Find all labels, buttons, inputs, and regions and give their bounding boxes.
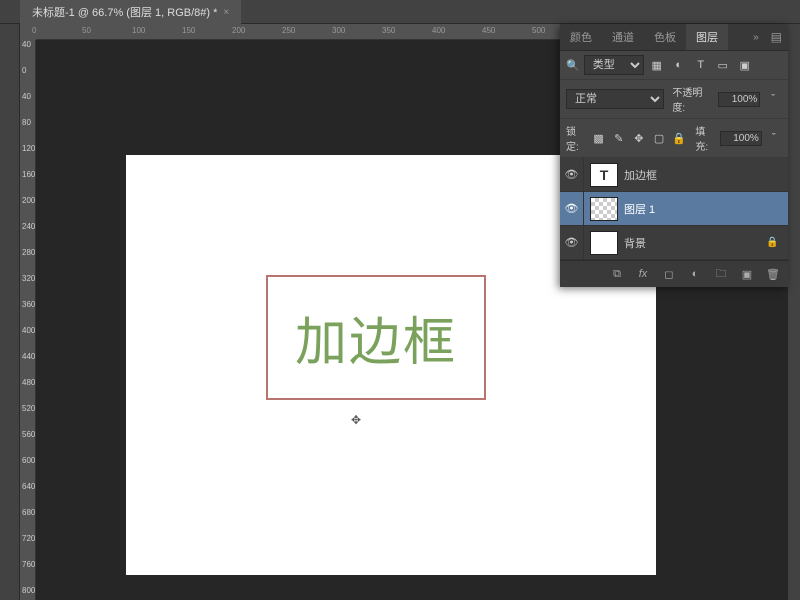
lock-brush-icon[interactable]: ✎ bbox=[611, 129, 627, 147]
layers-panel: 颜色 通道 色板 图层 » ▤ 🔍 类型 ▦ ◐ T ▭ ▣ 正常 不透明度: … bbox=[560, 24, 788, 287]
filter-shape-icon[interactable]: ▭ bbox=[714, 56, 732, 74]
layer-group-icon[interactable]: 🗀 bbox=[712, 265, 730, 283]
tab-layers[interactable]: 图层 bbox=[686, 24, 728, 50]
panel-tab-bar: 颜色 通道 色板 图层 » ▤ bbox=[560, 24, 788, 51]
lock-label: 锁定: bbox=[566, 123, 586, 153]
layer-name[interactable]: 图层 1 bbox=[624, 201, 782, 217]
search-icon: 🔍 bbox=[566, 59, 580, 72]
visibility-icon[interactable]: 👁 bbox=[560, 226, 584, 259]
adjustment-layer-icon[interactable]: ◐ bbox=[686, 265, 704, 283]
ruler-h-tick: 250 bbox=[282, 26, 295, 35]
tab-channels[interactable]: 通道 bbox=[602, 24, 644, 50]
fill-label: 填充: bbox=[695, 123, 715, 153]
ruler-h-tick: 50 bbox=[82, 26, 91, 35]
ruler-h-tick: 500 bbox=[532, 26, 545, 35]
panel-menu-icon[interactable]: ▤ bbox=[765, 26, 788, 48]
lock-position-icon[interactable]: ✥ bbox=[631, 129, 647, 147]
fill-input[interactable] bbox=[720, 131, 762, 146]
filter-smart-icon[interactable]: ▣ bbox=[736, 56, 754, 74]
ruler-v-tick: 0 bbox=[22, 66, 26, 75]
ruler-v-tick: 640 bbox=[22, 482, 35, 491]
ruler-v-tick: 760 bbox=[22, 560, 35, 569]
ruler-v-tick: 720 bbox=[22, 534, 35, 543]
text-layer-thumb-icon[interactable]: T bbox=[590, 163, 618, 187]
right-dock-strip bbox=[788, 24, 800, 600]
ruler-h-tick: 100 bbox=[132, 26, 145, 35]
ruler-v-tick: 40 bbox=[22, 92, 31, 101]
panel-footer: ⧉ fx ◻ ◐ 🗀 ▣ 🗑 bbox=[560, 260, 788, 287]
opacity-input[interactable] bbox=[718, 92, 760, 107]
lock-row: 锁定: ▩ ✎ ✥ ▢ 🔒 填充: ˇ bbox=[560, 119, 788, 158]
layer-mask-icon[interactable]: ◻ bbox=[660, 265, 678, 283]
layer-name[interactable]: 加边框 bbox=[624, 167, 782, 183]
ruler-v-tick: 240 bbox=[22, 222, 35, 231]
ruler-v-tick: 520 bbox=[22, 404, 35, 413]
ruler-h-tick: 300 bbox=[332, 26, 345, 35]
filter-pixel-icon[interactable]: ▦ bbox=[648, 56, 666, 74]
opacity-chevron-icon[interactable]: ˇ bbox=[764, 90, 782, 108]
ruler-v-tick: 480 bbox=[22, 378, 35, 387]
ruler-v-tick: 160 bbox=[22, 170, 35, 179]
canvas-text: 加边框 bbox=[295, 300, 457, 375]
ruler-v-tick: 200 bbox=[22, 196, 35, 205]
tab-swatches[interactable]: 色板 bbox=[644, 24, 686, 50]
ruler-h-tick: 400 bbox=[432, 26, 445, 35]
text-bounding-box[interactable]: 加边框 bbox=[266, 275, 486, 400]
document-tab[interactable]: 未标题-1 @ 66.7% (图层 1, RGB/8#) * × bbox=[20, 0, 241, 24]
ruler-v-tick: 400 bbox=[22, 326, 35, 335]
ruler-v-tick: 80 bbox=[22, 118, 31, 127]
layer-item[interactable]: 👁 背景 🔒 bbox=[560, 226, 788, 260]
layer-item[interactable]: 👁 图层 1 bbox=[560, 192, 788, 226]
collapse-icon[interactable]: » bbox=[747, 28, 765, 47]
ruler-h-tick: 350 bbox=[382, 26, 395, 35]
ruler-v-tick: 280 bbox=[22, 248, 35, 257]
ruler-v-tick: 320 bbox=[22, 274, 35, 283]
close-icon[interactable]: × bbox=[223, 7, 229, 18]
ruler-h-tick: 200 bbox=[232, 26, 245, 35]
lock-transparency-icon[interactable]: ▩ bbox=[590, 129, 606, 147]
document-title: 未标题-1 @ 66.7% (图层 1, RGB/8#) * bbox=[32, 4, 217, 20]
visibility-icon[interactable]: 👁 bbox=[560, 158, 584, 191]
ruler-v-tick: 560 bbox=[22, 430, 35, 439]
tab-color[interactable]: 颜色 bbox=[560, 24, 602, 50]
ruler-v-tick: 40 bbox=[22, 40, 31, 49]
blend-mode-select[interactable]: 正常 bbox=[566, 89, 664, 109]
delete-layer-icon[interactable]: 🗑 bbox=[764, 265, 782, 283]
lock-all-icon[interactable]: 🔒 bbox=[671, 129, 687, 147]
ruler-v-tick: 120 bbox=[22, 144, 35, 153]
ruler-v-tick: 680 bbox=[22, 508, 35, 517]
link-layers-icon[interactable]: ⧉ bbox=[608, 265, 626, 283]
filter-type-select[interactable]: 类型 bbox=[584, 55, 644, 75]
layer-name[interactable]: 背景 bbox=[624, 235, 760, 251]
layers-list: 👁T加边框👁图层 1👁背景🔒 bbox=[560, 158, 788, 260]
blend-row: 正常 不透明度: ˇ bbox=[560, 80, 788, 119]
visibility-icon[interactable]: 👁 bbox=[560, 192, 584, 225]
document-tab-bar: 未标题-1 @ 66.7% (图层 1, RGB/8#) * × bbox=[0, 0, 800, 24]
left-toolbar bbox=[0, 24, 20, 600]
new-layer-icon[interactable]: ▣ bbox=[738, 265, 756, 283]
opacity-label: 不透明度: bbox=[672, 84, 714, 114]
ruler-vertical: 4004080120160200240280320360400440480520… bbox=[20, 40, 36, 600]
ruler-v-tick: 600 bbox=[22, 456, 35, 465]
layer-thumbnail[interactable] bbox=[590, 197, 618, 221]
ruler-v-tick: 800 bbox=[22, 586, 35, 595]
ruler-h-tick: 150 bbox=[182, 26, 195, 35]
layer-item[interactable]: 👁T 加边框 bbox=[560, 158, 788, 192]
filter-type-icon[interactable]: T bbox=[692, 56, 710, 74]
lock-artboard-icon[interactable]: ▢ bbox=[651, 129, 667, 147]
ruler-h-tick: 0 bbox=[32, 26, 36, 35]
ruler-v-tick: 360 bbox=[22, 300, 35, 309]
filter-adjustment-icon[interactable]: ◐ bbox=[670, 56, 688, 74]
layer-fx-icon[interactable]: fx bbox=[634, 265, 652, 283]
layer-filter-row: 🔍 类型 ▦ ◐ T ▭ ▣ bbox=[560, 51, 788, 80]
layer-thumbnail[interactable] bbox=[590, 231, 618, 255]
lock-icon: 🔒 bbox=[766, 237, 782, 248]
ruler-h-tick: 450 bbox=[482, 26, 495, 35]
fill-chevron-icon[interactable]: ˇ bbox=[766, 129, 782, 147]
ruler-v-tick: 440 bbox=[22, 352, 35, 361]
move-cursor-icon: ✥ bbox=[351, 413, 361, 427]
